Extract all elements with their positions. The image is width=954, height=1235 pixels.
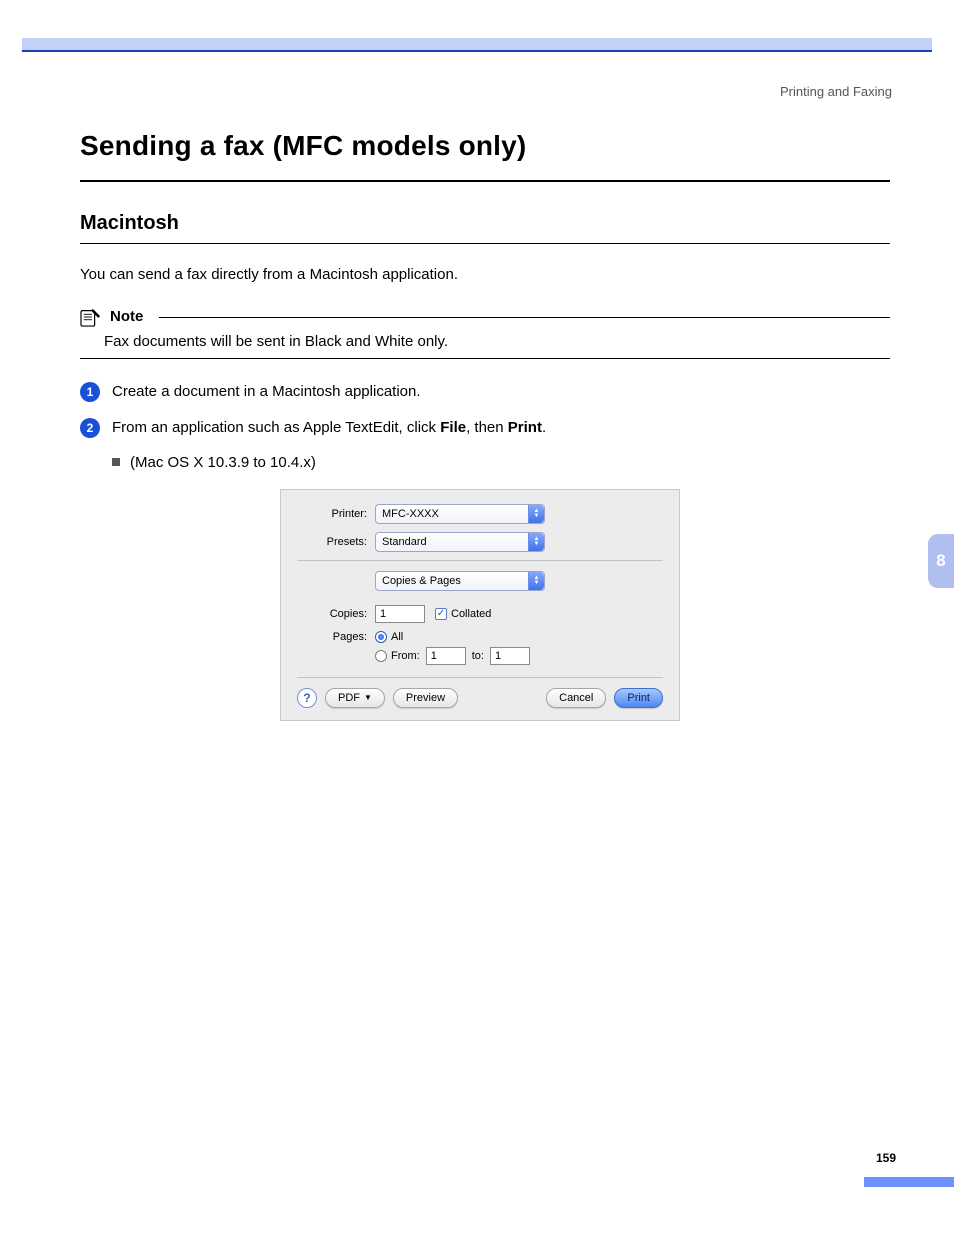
pages-label: Pages: [297, 631, 375, 643]
step-2-bold-file: File [440, 419, 466, 436]
square-bullet-icon [112, 458, 120, 466]
bottom-accent-bar [864, 1177, 954, 1187]
pdf-label: PDF [338, 692, 360, 704]
note-icon [80, 307, 102, 327]
panel-row: Copies & Pages ▲▼ [297, 571, 663, 591]
section-header: Printing and Faxing [780, 84, 892, 99]
pages-row: Pages: All From: 1 to: [297, 631, 663, 665]
step-2-text: From an application such as Apple TextEd… [112, 417, 546, 440]
from-value: 1 [431, 650, 437, 662]
dialog-divider-2 [297, 677, 663, 678]
updown-arrows-icon: ▲▼ [528, 533, 544, 551]
chapter-tab: 8 [928, 534, 954, 588]
panel-value: Copies & Pages [382, 575, 461, 587]
dialog-divider-1 [297, 560, 663, 561]
note-body: Fax documents will be sent in Black and … [104, 333, 890, 350]
copies-input[interactable]: 1 [375, 605, 425, 623]
radio-on-icon [375, 631, 387, 643]
cancel-button[interactable]: Cancel [546, 688, 606, 708]
pages-all-radio[interactable]: All [375, 631, 530, 643]
step-1-text: Create a document in a Macintosh applica… [112, 381, 421, 404]
print-button[interactable]: Print [614, 688, 663, 708]
step-2-prefix: From an application such as Apple TextEd… [112, 419, 440, 436]
copies-row: Copies: 1 ✓ Collated [297, 605, 663, 623]
title-rule [80, 180, 890, 182]
sub-bullet: (Mac OS X 10.3.9 to 10.4.x) [112, 454, 890, 471]
pages-range-row: From: 1 to: 1 [375, 647, 530, 665]
step-1: 1 Create a document in a Macintosh appli… [80, 381, 890, 404]
pages-all-label: All [391, 631, 403, 643]
copies-label: Copies: [297, 608, 375, 620]
collated-checkbox[interactable]: ✓ Collated [435, 608, 491, 620]
note-header: Note [80, 307, 890, 327]
print-dialog: Printer: MFC-XXXX ▲▼ Presets: Standard ▲… [280, 489, 680, 721]
to-value: 1 [495, 650, 501, 662]
step-2-suffix: . [542, 419, 546, 436]
from-label: From: [391, 650, 420, 662]
from-input[interactable]: 1 [426, 647, 466, 665]
top-bar-underline [22, 50, 932, 52]
to-label: to: [472, 650, 484, 662]
dialog-wrap: Printer: MFC-XXXX ▲▼ Presets: Standard ▲… [280, 489, 890, 721]
content-area: Sending a fax (MFC models only) Macintos… [80, 130, 890, 721]
panel-select[interactable]: Copies & Pages ▲▼ [375, 571, 545, 591]
updown-arrows-icon: ▲▼ [528, 572, 544, 590]
preview-button[interactable]: Preview [393, 688, 458, 708]
step-badge-1: 1 [80, 382, 100, 402]
printer-select[interactable]: MFC-XXXX ▲▼ [375, 504, 545, 524]
step-2-mid: , then [466, 419, 508, 436]
printer-row: Printer: MFC-XXXX ▲▼ [297, 504, 663, 524]
checkbox-icon: ✓ [435, 608, 447, 620]
help-button[interactable]: ? [297, 688, 317, 708]
presets-label: Presets: [297, 536, 375, 548]
sub-bullet-text: (Mac OS X 10.3.9 to 10.4.x) [130, 454, 316, 471]
to-input[interactable]: 1 [490, 647, 530, 665]
collated-label: Collated [451, 608, 491, 620]
presets-value: Standard [382, 536, 427, 548]
page-number: 159 [876, 1151, 896, 1165]
presets-select[interactable]: Standard ▲▼ [375, 532, 545, 552]
subsection-title: Macintosh [80, 212, 890, 235]
dropdown-triangle-icon: ▼ [364, 693, 372, 702]
printer-value: MFC-XXXX [382, 508, 439, 520]
intro-text: You can send a fax directly from a Macin… [80, 264, 890, 287]
note-block: Note Fax documents will be sent in Black… [80, 307, 890, 359]
dialog-footer: ? PDF ▼ Preview Cancel Print [297, 688, 663, 708]
radio-off-icon [375, 650, 387, 662]
pages-from-radio[interactable]: From: [375, 650, 420, 662]
note-label: Note [110, 308, 143, 325]
step-2: 2 From an application such as Apple Text… [80, 417, 890, 440]
note-bottom-line [80, 358, 890, 359]
page-title: Sending a fax (MFC models only) [80, 130, 890, 162]
pdf-button[interactable]: PDF ▼ [325, 688, 385, 708]
step-2-bold-print: Print [508, 419, 542, 436]
updown-arrows-icon: ▲▼ [528, 505, 544, 523]
copies-value: 1 [380, 608, 386, 620]
top-bar [22, 38, 932, 50]
step-badge-2: 2 [80, 418, 100, 438]
presets-row: Presets: Standard ▲▼ [297, 532, 663, 552]
note-top-line [159, 317, 890, 318]
subtitle-rule [80, 243, 890, 244]
printer-label: Printer: [297, 508, 375, 520]
